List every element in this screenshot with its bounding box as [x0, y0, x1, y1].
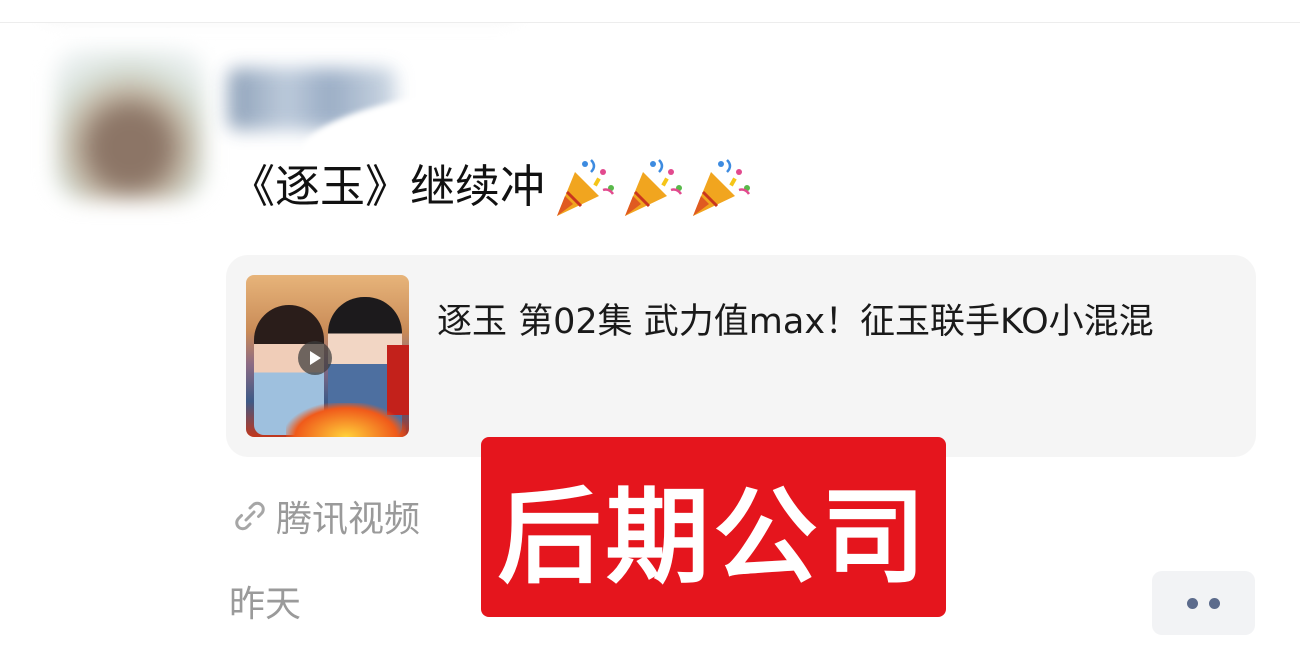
video-card[interactable]: 逐玉 第02集 武力值max！征玉联手KO小混混 [226, 255, 1256, 457]
thumbnail-fire [286, 403, 406, 437]
top-divider [0, 0, 1300, 23]
video-title[interactable]: 逐玉 第02集 武力值max！征玉联手KO小混混 [437, 294, 1227, 350]
source-link[interactable]: 腾讯视频 [228, 488, 420, 544]
more-options-button[interactable] [1152, 571, 1255, 635]
source-label[interactable]: 腾讯视频 [276, 490, 420, 542]
watermark-overlay: 后期公司 [481, 437, 946, 617]
more-dots-icon [1209, 597, 1220, 609]
video-thumbnail[interactable] [246, 275, 409, 437]
post-text: 《逐玉》继续冲 [230, 154, 755, 220]
emoji-group [551, 154, 755, 220]
link-icon [235, 501, 265, 531]
party-popper-icon [693, 159, 751, 216]
more-dots-icon [1187, 597, 1198, 609]
play-icon[interactable] [298, 341, 332, 375]
avatar[interactable] [55, 50, 205, 200]
post-time: 昨天 [229, 584, 302, 625]
party-popper-icon [625, 159, 683, 216]
party-popper-icon [557, 159, 615, 216]
post-text-content: 《逐玉》继续冲 [230, 160, 546, 213]
